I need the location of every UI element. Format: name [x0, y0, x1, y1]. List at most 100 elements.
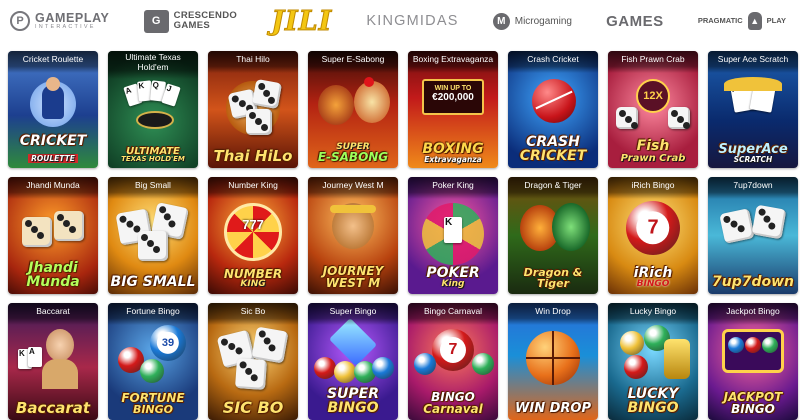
game-tile-ultimate-texas-holdem[interactable]: A K Q J Ultimate Texas Hold'em ULTIMATE T…	[108, 51, 198, 168]
gameplay-sub: INTERACTIVE	[35, 24, 96, 30]
game-title: Dragon & Tiger	[508, 177, 598, 199]
provider-games[interactable]: GAMES	[606, 13, 664, 30]
game-title: Bingo Carnaval	[408, 303, 498, 325]
logo-line-1: BOXING	[422, 140, 484, 157]
game-logo: iRich BINGO	[610, 266, 696, 289]
provider-microgaming[interactable]: M Microgaming	[492, 12, 572, 30]
game-tile-fish-prawn-crab[interactable]: 12X Fish Prawn Crab Fish Prawn Crab	[608, 51, 698, 168]
game-tile-7up7down[interactable]: 7up7down 7up7down	[708, 177, 798, 294]
game-grid: Cricket Roulette CRICKET ROULETTE A K Q J…	[8, 51, 798, 420]
gameplay-wordmark: GAMEPLAY INTERACTIVE	[35, 10, 110, 31]
crescendo-name2: GAMES	[173, 20, 210, 31]
game-logo: SuperAce SCRATCH	[710, 142, 796, 163]
game-title: Thai Hilo	[208, 51, 298, 73]
provider-jili[interactable]: JILI	[271, 5, 333, 37]
logo-line-1: 7up7down	[711, 273, 794, 290]
logo-line-2: BINGO	[731, 401, 775, 416]
game-tile-number-king[interactable]: 777 Number King NUMBER KING	[208, 177, 298, 294]
provider-crescendo[interactable]: G CRESCENDO GAMES	[143, 9, 237, 33]
game-title: Number King	[208, 177, 298, 199]
bingo-ball-number: 7	[439, 336, 467, 364]
bingo-ball-number: 7	[636, 211, 670, 245]
logo-line-1: WIN DROP	[515, 400, 591, 416]
game-logo: Thai HiLo	[210, 148, 296, 163]
game-tile-boxing-extravaganza[interactable]: WIN UP TO €200,000 Boxing Extravaganza B…	[408, 51, 498, 168]
game-title: Poker King	[408, 177, 498, 199]
game-tile-bingo-carnaval[interactable]: 7 Bingo Carnaval BINGO Carnaval	[408, 303, 498, 420]
game-logo: ULTIMATE TEXAS HOLD'EM	[110, 147, 196, 163]
game-title: Lucky Bingo	[608, 303, 698, 325]
logo-line-2: BINGO	[627, 399, 679, 416]
game-title: Super E-Sabong	[308, 51, 398, 73]
game-logo: CRASH CRICKET	[510, 135, 596, 164]
logo-line-2: BINGO	[327, 399, 379, 416]
game-tile-poker-king[interactable]: K Poker King POKER King	[408, 177, 498, 294]
logo-line-2: WEST M	[325, 275, 381, 290]
game-title: Fish Prawn Crab	[608, 51, 698, 73]
boxing-badge: WIN UP TO	[434, 85, 472, 92]
game-title: Sic Bo	[208, 303, 298, 325]
game-title: Baccarat	[8, 303, 98, 325]
logo-line-2: E-SABONG	[317, 149, 389, 164]
game-tile-dragon-tiger[interactable]: Dragon & Tiger Dragon & Tiger	[508, 177, 598, 294]
game-tile-big-small[interactable]: Big Small BIG SMALL	[108, 177, 198, 294]
game-tile-jackpot-bingo[interactable]: Jackpot Bingo JACKPOT BINGO	[708, 303, 798, 420]
logo-line-2: ROULETTE	[28, 153, 78, 163]
game-title: Crash Cricket	[508, 51, 598, 73]
game-logo: Jhandi Munda	[10, 261, 96, 290]
pragmatic-name: PRAGMATIC	[697, 16, 743, 26]
game-logo: BOXING Extravaganza	[410, 140, 496, 164]
logo-line-2: Extravaganza	[424, 154, 482, 164]
game-title: Big Small	[108, 177, 198, 199]
microgaming-name: Microgaming	[514, 15, 572, 27]
game-tile-lucky-bingo[interactable]: Lucky Bingo LUCKY BINGO	[608, 303, 698, 420]
provider-gameplay[interactable]: P GAMEPLAY INTERACTIVE	[10, 11, 110, 31]
game-title: Ultimate Texas Hold'em	[108, 51, 198, 79]
game-tile-thai-hilo[interactable]: Thai Hilo Thai HiLo	[208, 51, 298, 168]
game-tile-fortune-bingo[interactable]: 39 Fortune Bingo FORTUNE BINGO	[108, 303, 198, 420]
game-tile-cricket-roulette[interactable]: Cricket Roulette CRICKET ROULETTE	[8, 51, 98, 168]
game-tile-super-bingo[interactable]: Super Bingo SUPER BINGO	[308, 303, 398, 420]
crescendo-wordmark: CRESCENDO GAMES	[174, 11, 237, 31]
pragmatic-name2: PLAY	[766, 16, 786, 26]
gameplay-name: GAMEPLAY	[35, 10, 110, 25]
multiplier-badge: 12X	[636, 79, 670, 113]
games-name: GAMES	[606, 12, 664, 30]
game-logo: Fish Prawn Crab	[610, 139, 696, 164]
game-title: iRich Bingo	[608, 177, 698, 199]
game-logo: JACKPOT BINGO	[710, 391, 796, 416]
game-tile-super-ace-scratch[interactable]: A A Super Ace Scratch SuperAceSCRATCH	[708, 51, 798, 168]
game-logo: Dragon & Tiger	[510, 267, 596, 289]
boxing-badge-value: €200,000	[432, 92, 474, 103]
jili-name: JILI	[271, 5, 333, 37]
provider-pragmatic[interactable]: PRAGMATIC ▲ PLAY	[698, 12, 786, 30]
game-title: Super Ace Scratch	[708, 51, 798, 73]
game-title: Fortune Bingo	[108, 303, 198, 325]
game-logo: POKER King	[410, 266, 496, 290]
pragmatic-logo-icon: ▲	[747, 12, 762, 30]
game-title: Journey West M	[308, 177, 398, 199]
game-tile-jhandi-munda[interactable]: Jhandi Munda Jhandi Munda	[8, 177, 98, 294]
logo-line-2: CRICKET	[519, 147, 587, 164]
logo-line-2: BINGO	[132, 402, 174, 416]
number-king-badge: 777	[242, 217, 264, 232]
game-tile-journey-west-m[interactable]: Journey West M JOURNEY WEST M	[308, 177, 398, 294]
logo-line-2: Carnaval	[423, 401, 483, 416]
game-tile-super-e-sabong[interactable]: Super E-Sabong SUPER E-SABONG	[308, 51, 398, 168]
game-logo: FORTUNE BINGO	[110, 392, 196, 416]
provider-kingmidas[interactable]: KINGMIDAS	[366, 13, 458, 29]
logo-line-2: TEXAS HOLD'EM	[121, 155, 185, 164]
game-tile-sic-bo[interactable]: Sic Bo SIC BO	[208, 303, 298, 420]
game-tile-win-drop[interactable]: Win Drop WIN DROP	[508, 303, 598, 420]
game-logo: SUPER E-SABONG	[310, 143, 396, 163]
logo-line-2: Prawn Crab	[620, 152, 686, 164]
game-tile-irich-bingo[interactable]: 7 iRich Bingo iRich BINGO	[608, 177, 698, 294]
logo-line-1: CRICKET	[19, 132, 87, 149]
game-title: Jhandi Munda	[8, 177, 98, 199]
game-tile-baccarat[interactable]: K A Baccarat Baccarat	[8, 303, 98, 420]
logo-line-2: King	[441, 279, 465, 290]
game-logo: Baccarat	[10, 400, 96, 415]
game-logo: SIC BO	[210, 399, 296, 415]
game-tile-crash-cricket[interactable]: Crash Cricket CRASH CRICKET	[508, 51, 598, 168]
logo-line-2: Munda	[26, 273, 80, 290]
